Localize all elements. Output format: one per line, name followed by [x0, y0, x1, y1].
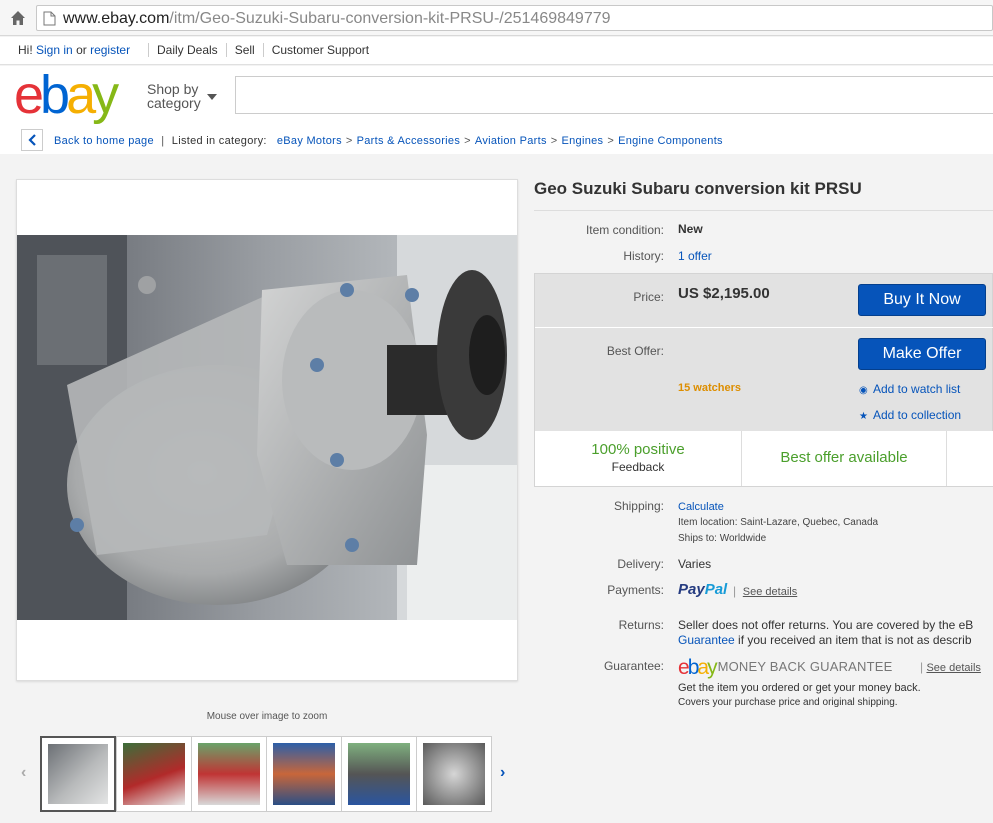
- feedback-percent: 100% positive: [591, 441, 685, 458]
- crumb-parts-accessories[interactable]: Parts & Accessories: [357, 135, 461, 147]
- buy-it-now-button[interactable]: Buy It Now: [858, 284, 986, 316]
- crumb-aviation-parts[interactable]: Aviation Parts: [475, 135, 547, 147]
- register-link[interactable]: register: [90, 43, 130, 57]
- listed-in-label: Listed in category:: [171, 135, 267, 147]
- search-input[interactable]: [235, 76, 993, 114]
- returns-text-2: Guarantee if you received an item that i…: [678, 633, 972, 647]
- buy-box-divider: [535, 327, 993, 328]
- thumbnail-3[interactable]: [191, 736, 267, 812]
- thumbnail-5[interactable]: [341, 736, 417, 812]
- guarantee-label: Guarantee:: [603, 659, 664, 673]
- payments-label: Payments:: [607, 583, 664, 597]
- shipping-label: Shipping:: [613, 499, 664, 513]
- guarantee-line-2: Covers your purchase price and original …: [678, 697, 898, 708]
- item-title: Geo Suzuki Subaru conversion kit PRSU: [534, 179, 862, 198]
- site-header: ebay Shop by category: [0, 66, 993, 128]
- thumbnail-strip: ‹ ›: [16, 736, 518, 814]
- thumbnail-2[interactable]: [116, 736, 192, 812]
- money-back-guarantee-logo: ebay MONEY BACK GUARANTEE: [678, 656, 893, 679]
- main-image-panel[interactable]: [16, 179, 518, 681]
- top-nav-links: Daily Deals Sell Customer Support: [148, 43, 378, 57]
- customer-support-link[interactable]: Customer Support: [262, 43, 378, 57]
- page-icon: [43, 11, 56, 26]
- star-icon: ★: [859, 411, 868, 422]
- feedback-cell: 100% positive Feedback: [535, 431, 742, 486]
- address-bar[interactable]: www.ebay.com/itm/Geo-Suzuki-Subaru-conve…: [36, 5, 993, 31]
- add-to-collection-link[interactable]: ★ Add to collection: [859, 408, 961, 422]
- delivery-value: Varies: [678, 557, 712, 571]
- condition-value: New: [678, 222, 703, 236]
- sell-link[interactable]: Sell: [225, 43, 263, 57]
- crumb-engines[interactable]: Engines: [561, 135, 603, 147]
- crumb-engine-components[interactable]: Engine Components: [618, 135, 723, 147]
- thumbnail-6[interactable]: [416, 736, 492, 812]
- condition-label: Item condition:: [585, 223, 664, 237]
- see-details-link-2[interactable]: See details: [926, 662, 980, 674]
- payments-see-details: | See details: [733, 584, 798, 598]
- thumbnail-1[interactable]: [40, 736, 116, 812]
- guarantee-link[interactable]: Guarantee: [678, 633, 735, 647]
- delivery-label: Delivery:: [617, 557, 664, 571]
- guarantee-line-1: Get the item you ordered or get your mon…: [678, 682, 921, 694]
- main-product-image[interactable]: [17, 235, 517, 620]
- make-offer-button[interactable]: Make Offer: [858, 338, 986, 370]
- shipping-calculate-link[interactable]: Calculate: [678, 501, 724, 513]
- best-offer-cell: Best offer available: [742, 431, 947, 486]
- crumb-ebay-motors[interactable]: eBay Motors: [277, 135, 342, 147]
- price-value: US $2,195.00: [678, 285, 770, 302]
- thumbnail-next-icon[interactable]: ›: [500, 764, 505, 782]
- paypal-logo: PayPal: [678, 581, 728, 598]
- returns-label: Returns:: [618, 618, 664, 632]
- item-location: Item location: Saint-Lazare, Quebec, Can…: [678, 517, 879, 528]
- sign-in-link[interactable]: Sign in: [36, 43, 73, 57]
- daily-deals-link[interactable]: Daily Deals: [148, 43, 226, 57]
- url-text: www.ebay.com/itm/Geo-Suzuki-Subaru-conve…: [63, 10, 611, 27]
- browser-toolbar: www.ebay.com/itm/Geo-Suzuki-Subaru-conve…: [0, 0, 993, 36]
- feedback-label: Feedback: [611, 460, 665, 474]
- returns-text: Seller does not offer returns. You are c…: [678, 618, 974, 632]
- eye-icon: ◉: [859, 385, 868, 396]
- history-link[interactable]: 1 offer: [678, 249, 712, 263]
- chevron-down-icon: [207, 94, 217, 100]
- best-offer-available: Best offer available: [780, 449, 908, 466]
- home-icon[interactable]: [8, 8, 28, 28]
- see-details-link[interactable]: See details: [743, 586, 797, 598]
- history-label: History:: [623, 249, 664, 263]
- greeting: Hi! Sign in or register: [18, 43, 131, 57]
- seller-highlights: 100% positive Feedback Best offer availa…: [535, 431, 993, 486]
- ebay-logo[interactable]: ebay: [14, 66, 119, 124]
- ships-to: Ships to: Worldwide: [678, 533, 767, 544]
- back-arrow-icon[interactable]: [21, 129, 43, 151]
- breadcrumb: Back to home page | Listed in category: …: [0, 128, 993, 154]
- thumbnail-prev-icon[interactable]: ‹: [21, 764, 26, 782]
- title-divider: [534, 210, 993, 211]
- price-label: Price:: [633, 290, 664, 304]
- add-to-watch-list-link[interactable]: ◉ Add to watch list: [859, 382, 960, 396]
- shop-by-category-button[interactable]: Shop by category: [147, 82, 217, 110]
- top-links-bar: Hi! Sign in or register Daily Deals Sell C…: [0, 37, 993, 65]
- guarantee-see-details: | See details: [920, 660, 981, 674]
- zoom-hint: Mouse over image to zoom: [206, 711, 328, 722]
- back-to-home-link[interactable]: Back to home page: [54, 135, 154, 147]
- thumbnail-4[interactable]: [266, 736, 342, 812]
- watchers-count: 15 watchers: [678, 382, 741, 394]
- best-offer-label: Best Offer:: [606, 344, 664, 358]
